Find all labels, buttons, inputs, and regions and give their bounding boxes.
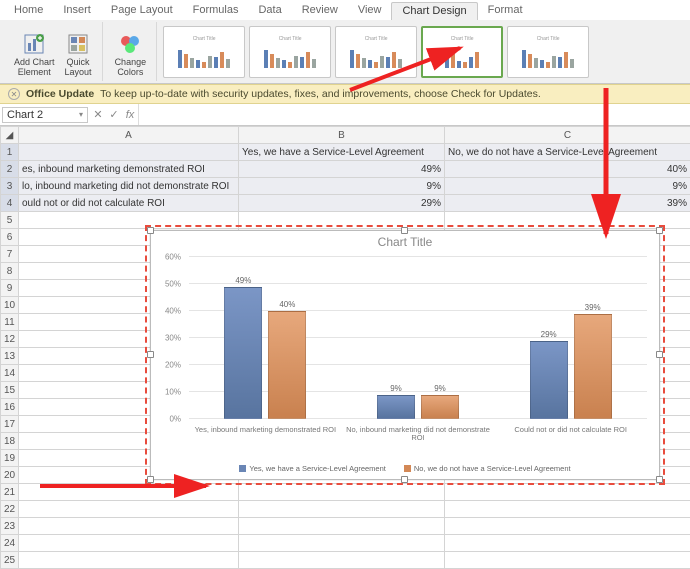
row-header-4[interactable]: 4 bbox=[1, 195, 19, 212]
tab-review[interactable]: Review bbox=[292, 2, 348, 20]
row-header-20[interactable]: 20 bbox=[1, 467, 19, 484]
cell-a1[interactable] bbox=[19, 144, 239, 161]
row-header-6[interactable]: 6 bbox=[1, 229, 19, 246]
ribbon-tabs: Home Insert Page Layout Formulas Data Re… bbox=[0, 0, 690, 20]
cell-b2[interactable]: 49% bbox=[239, 161, 445, 178]
row-header-1[interactable]: 1 bbox=[1, 144, 19, 161]
chart-style-5[interactable]: Chart Title bbox=[507, 26, 589, 78]
chart-group-2: 9% 9% bbox=[342, 257, 495, 419]
row-header-3[interactable]: 3 bbox=[1, 178, 19, 195]
cell-c2[interactable]: 40% bbox=[445, 161, 690, 178]
embedded-chart[interactable]: Chart Title 0% 10% 20% 30% 40% 50% 60% 4… bbox=[150, 230, 660, 480]
enter-formula-button[interactable]: ✓ bbox=[106, 108, 122, 121]
chart-group-1: 49% 40% bbox=[189, 257, 342, 419]
formula-bar: Chart 2 ▾ ✕ ✓ fx bbox=[0, 104, 690, 126]
row-header-19[interactable]: 19 bbox=[1, 450, 19, 467]
chart-style-4[interactable]: Chart Title bbox=[421, 26, 503, 78]
tab-view[interactable]: View bbox=[348, 2, 392, 20]
select-all-corner[interactable]: ◢ bbox=[1, 127, 19, 144]
ribbon: Add Chart Element Quick Layout Change Co… bbox=[0, 20, 690, 84]
row-header-17[interactable]: 17 bbox=[1, 416, 19, 433]
row-header-5[interactable]: 5 bbox=[1, 212, 19, 229]
chevron-down-icon: ▾ bbox=[79, 110, 83, 119]
cancel-formula-button[interactable]: ✕ bbox=[90, 108, 106, 121]
cell-a3[interactable]: lo, inbound marketing did not demonstrat… bbox=[19, 178, 239, 195]
col-header-c[interactable]: C bbox=[445, 127, 690, 144]
bar-s2-c3[interactable]: 39% bbox=[574, 314, 612, 419]
row-header-24[interactable]: 24 bbox=[1, 535, 19, 552]
change-colors-icon bbox=[118, 32, 142, 56]
tab-insert[interactable]: Insert bbox=[53, 2, 101, 20]
cell-b4[interactable]: 29% bbox=[239, 195, 445, 212]
row-header-14[interactable]: 14 bbox=[1, 365, 19, 382]
chart-styles-gallery: Chart Title Chart Title Chart Title Char… bbox=[159, 22, 589, 81]
chart-y-axis: 0% 10% 20% 30% 40% 50% 60% bbox=[151, 257, 185, 419]
office-update-bar: ✕ Office Update To keep up-to-date with … bbox=[0, 84, 690, 104]
close-icon[interactable]: ✕ bbox=[8, 88, 20, 100]
tab-home[interactable]: Home bbox=[4, 2, 53, 20]
update-title: Office Update bbox=[26, 88, 94, 100]
row-header-2[interactable]: 2 bbox=[1, 161, 19, 178]
row-header-8[interactable]: 8 bbox=[1, 263, 19, 280]
bar-s2-c2[interactable]: 9% bbox=[421, 395, 459, 419]
col-header-a[interactable]: A bbox=[19, 127, 239, 144]
cell-a2[interactable]: es, inbound marketing demonstrated ROI bbox=[19, 161, 239, 178]
row-header-16[interactable]: 16 bbox=[1, 399, 19, 416]
row-header-23[interactable]: 23 bbox=[1, 518, 19, 535]
row-header-9[interactable]: 9 bbox=[1, 280, 19, 297]
cell-c1[interactable]: No, we do not have a Service-Level Agree… bbox=[445, 144, 690, 161]
bar-s1-c3[interactable]: 29% bbox=[530, 341, 568, 419]
name-box[interactable]: Chart 2 ▾ bbox=[2, 107, 88, 123]
tab-data[interactable]: Data bbox=[248, 2, 291, 20]
quick-layout-icon bbox=[66, 32, 90, 56]
chart-group-3: 29% 39% bbox=[494, 257, 647, 419]
row-header-21[interactable]: 21 bbox=[1, 484, 19, 501]
row-header-18[interactable]: 18 bbox=[1, 433, 19, 450]
row-header-7[interactable]: 7 bbox=[1, 246, 19, 263]
tab-formulas[interactable]: Formulas bbox=[183, 2, 249, 20]
row-header-13[interactable]: 13 bbox=[1, 348, 19, 365]
row-header-12[interactable]: 12 bbox=[1, 331, 19, 348]
chart-style-1[interactable]: Chart Title bbox=[163, 26, 245, 78]
cell-c4[interactable]: 39% bbox=[445, 195, 690, 212]
cell-c3[interactable]: 9% bbox=[445, 178, 690, 195]
update-message: To keep up-to-date with security updates… bbox=[100, 88, 541, 100]
chart-style-2[interactable]: Chart Title bbox=[249, 26, 331, 78]
chart-style-3[interactable]: Chart Title bbox=[335, 26, 417, 78]
cell-a4[interactable]: ould not or did not calculate ROI bbox=[19, 195, 239, 212]
row-header-22[interactable]: 22 bbox=[1, 501, 19, 518]
chart-plot-area[interactable]: 49% 40% 9% 9% 29% 39% bbox=[189, 257, 647, 419]
cell-b3[interactable]: 9% bbox=[239, 178, 445, 195]
bar-s1-c1[interactable]: 49% bbox=[224, 287, 262, 419]
row-header-25[interactable]: 25 bbox=[1, 552, 19, 569]
add-chart-element-button[interactable]: Add Chart Element bbox=[10, 30, 59, 79]
bar-s1-c2[interactable]: 9% bbox=[377, 395, 415, 419]
tab-page-layout[interactable]: Page Layout bbox=[101, 2, 183, 20]
row-header-15[interactable]: 15 bbox=[1, 382, 19, 399]
row-header-11[interactable]: 11 bbox=[1, 314, 19, 331]
tab-chart-design[interactable]: Chart Design bbox=[391, 2, 477, 20]
fx-icon[interactable]: fx bbox=[122, 109, 138, 121]
chart-legend[interactable]: Yes, we have a Service-Level Agreement N… bbox=[151, 464, 659, 473]
cell-b1[interactable]: Yes, we have a Service-Level Agreement bbox=[239, 144, 445, 161]
bar-s2-c1[interactable]: 40% bbox=[268, 311, 306, 419]
row-header-10[interactable]: 10 bbox=[1, 297, 19, 314]
col-header-b[interactable]: B bbox=[239, 127, 445, 144]
add-chart-element-icon bbox=[22, 32, 46, 56]
formula-input[interactable] bbox=[138, 104, 690, 125]
spreadsheet-grid: ◢ A B C 1 Yes, we have a Service-Level A… bbox=[0, 126, 690, 546]
quick-layout-button[interactable]: Quick Layout bbox=[61, 30, 96, 79]
change-colors-button[interactable]: Change Colors bbox=[111, 30, 151, 79]
tab-format[interactable]: Format bbox=[478, 2, 533, 20]
chart-x-axis: Yes, inbound marketing demonstrated ROI … bbox=[189, 424, 647, 445]
